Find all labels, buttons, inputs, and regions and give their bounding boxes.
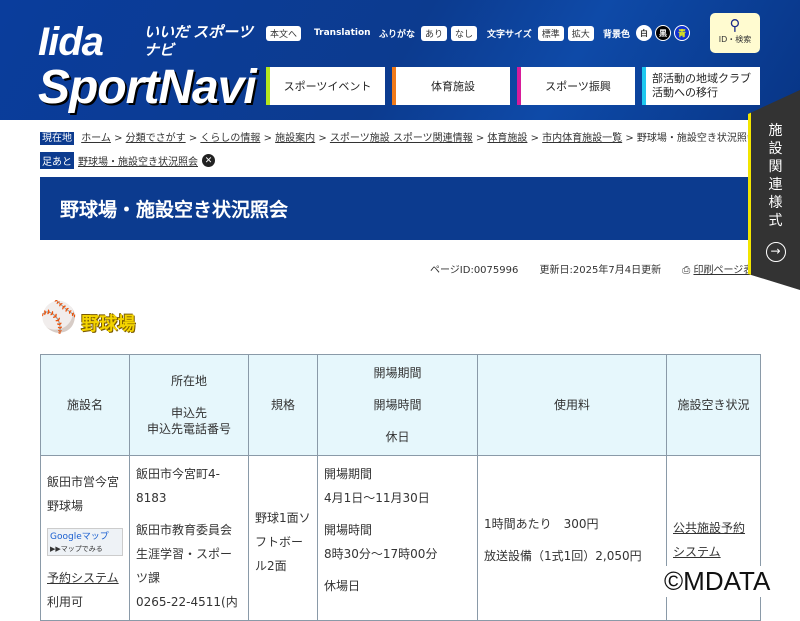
- facility-name: 飯田市営今宮野球場: [47, 475, 120, 513]
- section-heading: ⚾ 野球場: [40, 298, 135, 336]
- close-icon[interactable]: ✕: [202, 154, 215, 167]
- breadcrumb-link[interactable]: くらしの情報: [200, 133, 260, 144]
- nav-sports-promotion[interactable]: スポーツ振興: [517, 67, 635, 105]
- fee: 1時間あたり 300円: [484, 517, 599, 531]
- footprint-link[interactable]: 野球場・施設空き状況照会: [78, 153, 198, 168]
- baseball-icon: ⚾: [40, 299, 78, 335]
- address: 飯田市今宮町4-8183: [136, 467, 220, 505]
- page-id: ページID:0075996: [430, 265, 519, 276]
- bg-blue-button[interactable]: 青: [674, 25, 691, 41]
- bg-white-button[interactable]: 白: [636, 25, 653, 41]
- nav-club-transition[interactable]: 部活動の地域クラブ活動への移行: [642, 67, 760, 105]
- nav-label: 体育施設: [431, 80, 475, 93]
- col-header: 規格: [248, 354, 318, 456]
- font-large-button[interactable]: 拡大: [567, 25, 594, 41]
- furigana-off-button[interactable]: なし: [451, 25, 478, 41]
- col-header: 使用料: [477, 354, 667, 456]
- breadcrumb: 現在地 ホーム > 分類でさがす > くらしの情報 > 施設案内 > スポーツ施…: [40, 132, 757, 145]
- nav-label: 部活動の地域クラブ活動への移行: [652, 72, 751, 99]
- spec: 野球1面ソフトボール2面: [255, 511, 311, 573]
- translation-link[interactable]: Translation: [314, 28, 371, 38]
- breadcrumb-link[interactable]: スポーツ施設 スポーツ関連情報: [330, 133, 473, 144]
- footprint-tag: 足あと: [40, 152, 74, 169]
- nav-facilities[interactable]: 体育施設: [392, 67, 510, 105]
- applicant: 飯田市教育委員会生涯学習・スポーツ課: [136, 523, 233, 585]
- search-icon: ⚲: [729, 16, 741, 34]
- footprint: 足あと 野球場・施設空き状況照会 ✕: [40, 152, 215, 169]
- breadcrumb-tag: 現在地: [40, 132, 74, 145]
- bg-black-button[interactable]: 黒: [655, 25, 672, 41]
- reservation-system-link[interactable]: 予約システム: [47, 571, 119, 585]
- nav-sports-events[interactable]: スポーツイベント: [266, 67, 385, 105]
- search-button[interactable]: ⚲ ID・検索: [710, 13, 760, 53]
- breadcrumb-link[interactable]: ホーム: [81, 133, 111, 144]
- col-header: 開場期間 開場時間 休日: [317, 354, 478, 456]
- col-header: 施設空き状況: [666, 354, 761, 456]
- logo-text: Iida: [38, 20, 104, 64]
- reservation-note: 利用可: [47, 595, 84, 609]
- search-label: ID・検索: [718, 35, 752, 44]
- bg-color-label: 背景色: [603, 29, 631, 40]
- col-header: 施設名: [40, 354, 130, 456]
- print-icon: ⎙: [682, 265, 691, 276]
- updated-date: 更新日:2025年7月4日更新: [539, 265, 662, 276]
- breadcrumb-link[interactable]: 分類でさがす: [126, 133, 186, 144]
- breadcrumb-link[interactable]: 市内体育施設一覧: [542, 133, 622, 144]
- phone: 0265-22-4511(内: [136, 595, 238, 609]
- font-size-label: 文字サイズ: [487, 29, 532, 40]
- breadcrumb-link[interactable]: 体育施設: [487, 133, 527, 144]
- section-title: 野球場: [81, 314, 136, 335]
- period: 4月1日～11月30日: [324, 491, 430, 505]
- skip-to-content-button[interactable]: 本文へ: [266, 25, 302, 41]
- google-map-button[interactable]: Googleマップ ▶▶マップでみる: [47, 528, 123, 556]
- holiday-label: 休場日: [324, 579, 361, 593]
- site-header: Iida いいだ スポーツナビ SportNavi 本文へ Translatio…: [0, 0, 800, 120]
- logo-text-2: SportNavi: [38, 61, 257, 114]
- font-normal-button[interactable]: 標準: [537, 25, 564, 41]
- furigana-on-button[interactable]: あり: [421, 25, 448, 41]
- page-title: 野球場・施設空き状況照会: [40, 177, 760, 240]
- side-tab-forms[interactable]: 施設関連様式 →: [748, 90, 800, 290]
- side-tab-label: 施設関連様式: [768, 123, 783, 229]
- map-label: Googleマップ: [50, 532, 109, 542]
- breadcrumb-current: 野球場・施設空き状況照会: [636, 133, 757, 144]
- fee: 放送設備（1式1回）2,050円: [484, 549, 642, 563]
- hours: 8時30分～17時00分: [324, 547, 438, 561]
- facility-table: 施設名 所在地 申込先 申込先電話番号 規格 開場期間 開場時間 休日 使用料 …: [40, 354, 761, 621]
- breadcrumb-link[interactable]: 施設案内: [275, 133, 315, 144]
- logo-subtext: いいだ スポーツナビ: [144, 24, 253, 59]
- hours-label: 開場時間: [324, 523, 373, 537]
- nav-label: スポーツ振興: [545, 80, 611, 93]
- col-header: 所在地 申込先 申込先電話番号: [129, 354, 249, 456]
- availability-link[interactable]: 公共施設予約システム: [673, 521, 745, 559]
- furigana-label: ふりがな: [379, 29, 416, 40]
- watermark: ©MDATA: [660, 566, 775, 597]
- arrow-right-icon: →: [765, 242, 786, 262]
- nav-label: スポーツイベント: [283, 80, 372, 93]
- table-row: 飯田市営今宮野球場 Googleマップ ▶▶マップでみる 予約システム 利用可 飯…: [40, 455, 761, 621]
- page-meta: ページID:0075996 更新日:2025年7月4日更新 ⎙ 印刷ページ表示: [430, 261, 763, 276]
- period-label: 開場期間: [324, 467, 373, 481]
- map-sublabel: ▶▶マップでみる: [50, 545, 103, 553]
